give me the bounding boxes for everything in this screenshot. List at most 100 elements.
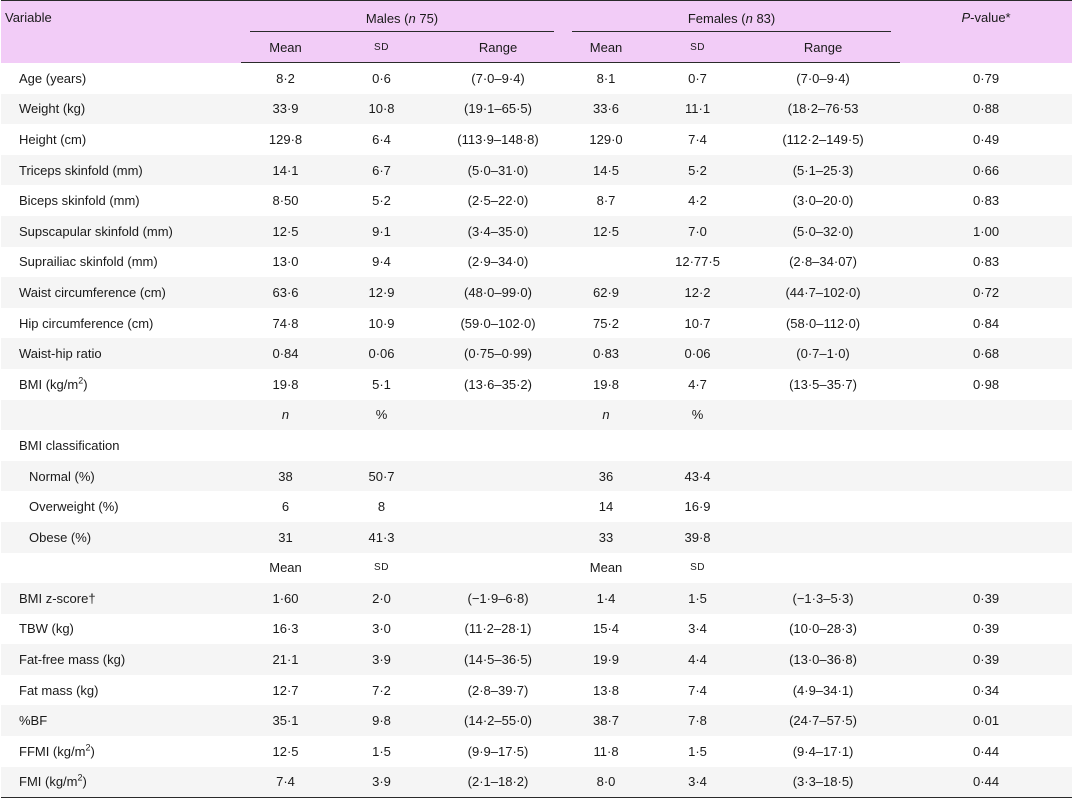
males-mean: 12·7 bbox=[272, 682, 299, 698]
females-sd: 4·2 bbox=[688, 193, 707, 209]
females-range: (10·0–28·3) bbox=[789, 621, 857, 637]
males-pct: 41·3 bbox=[330, 521, 433, 553]
p-value: 0·34 bbox=[973, 682, 1000, 698]
females-mean: 13·8 bbox=[593, 682, 620, 698]
males-mean: 8·2 bbox=[276, 70, 295, 86]
females-range: (5·1–25·3) bbox=[746, 154, 901, 186]
males-pct: 8 bbox=[377, 499, 386, 515]
males-mean: 8·50 bbox=[272, 193, 299, 209]
males-range: (7·0–9·4) bbox=[471, 70, 525, 86]
p-value: 0·98 bbox=[973, 376, 1000, 392]
row-label: Height (cm) bbox=[19, 131, 87, 147]
males-mean: 74·8 bbox=[272, 315, 299, 331]
males-sd: 5·2 bbox=[372, 193, 391, 209]
females-n: 33 bbox=[563, 521, 650, 553]
females-range: (5·0–32·0) bbox=[746, 215, 901, 247]
males-mean: 1·60 bbox=[241, 583, 330, 614]
males-mean: 12·5 bbox=[272, 743, 299, 759]
females-sd-subheader: SD bbox=[690, 562, 705, 574]
males-sd: 3·9 bbox=[330, 644, 433, 675]
females-sd: 10·7 bbox=[684, 315, 711, 331]
females-mean: 11·8 bbox=[593, 743, 619, 759]
males-range: (3·4–35·0) bbox=[433, 215, 564, 247]
females-mean: 15·4 bbox=[593, 621, 620, 637]
females-range: (13·5–35·7) bbox=[789, 376, 857, 392]
section-label: BMI classification bbox=[19, 437, 120, 453]
p-value: 0·49 bbox=[973, 131, 1000, 147]
females-range: (13·0–36·8) bbox=[746, 644, 901, 675]
females-mean: 8·0 bbox=[563, 766, 650, 799]
males-sd-header: SD bbox=[330, 33, 433, 63]
table-row: Suprailiac skinfold (mm) 13·0 9·4 (2·9–34·0… bbox=[1, 247, 1072, 278]
males-sd: 2·0 bbox=[330, 583, 433, 614]
males-sd: 10·9 bbox=[368, 315, 395, 331]
females-sd: 7·0 bbox=[649, 215, 747, 247]
males-mean: 129·8 bbox=[268, 131, 303, 147]
females-range-header: Range bbox=[746, 33, 901, 63]
females-range: (0·7–1·0) bbox=[746, 338, 901, 369]
females-mean: 19·9 bbox=[563, 644, 650, 675]
table-body: Age (years) 8·2 0·6 (7·0–9·4) 8·1 0·7 (7·0–9·4… bbox=[1, 63, 1073, 799]
females-range: (4·9–34·1) bbox=[792, 682, 854, 698]
females-mean: 8·1 bbox=[596, 70, 616, 86]
males-sd: 6·4 bbox=[372, 131, 391, 147]
mean-sd-subheader-row: Mean SD Mean SD bbox=[1, 553, 1072, 584]
males-mean: 33·9 bbox=[241, 93, 330, 125]
row-label: Supscapular skinfold (mm) bbox=[1, 215, 241, 247]
table-row: Age (years) 8·2 0·6 (7·0–9·4) 8·1 0·7 (7·0–9·4… bbox=[1, 63, 1072, 94]
males-range: (19·1–65·5) bbox=[433, 93, 564, 125]
females-sd: 4·4 bbox=[649, 644, 747, 675]
males-range: (2·5–22·0) bbox=[467, 193, 529, 209]
row-label: Normal (%) bbox=[1, 460, 241, 492]
females-mean: 33·6 bbox=[563, 93, 650, 125]
males-mean-header: Mean bbox=[241, 33, 330, 63]
males-range: (2·1–18·2) bbox=[433, 766, 564, 799]
females-sd: 5·2 bbox=[649, 154, 747, 186]
females-sd: 12·2 bbox=[649, 277, 747, 308]
females-mean: 8·7 bbox=[596, 193, 616, 209]
males-n: 38 bbox=[241, 460, 330, 492]
p-value: 0·01 bbox=[900, 705, 1073, 737]
females-sd: 1·5 bbox=[688, 743, 707, 759]
males-mean-subheader: Mean bbox=[269, 560, 302, 576]
row-label: Weight (kg) bbox=[1, 93, 241, 125]
table-row: Triceps skinfold (mm) 14·1 6·7 (5·0–31·0) 14… bbox=[1, 154, 1073, 186]
variable-column-header: Variable bbox=[1, 0, 241, 63]
table-row: Weight (kg) 33·9 10·8 (19·1–65·5) 33·6 11·1 (1… bbox=[1, 93, 1073, 125]
females-pct: 39·8 bbox=[649, 521, 747, 553]
p-value: 0·39 bbox=[900, 583, 1073, 614]
males-sd: 1·5 bbox=[372, 743, 391, 759]
males-sd: 9·4 bbox=[372, 254, 391, 270]
males-n: 6 bbox=[281, 499, 290, 515]
males-range: (59·0–102·0) bbox=[460, 315, 536, 331]
females-range: (24·7–57·5) bbox=[746, 705, 901, 737]
females-range: (9·4–17·1) bbox=[792, 743, 854, 759]
females-sd: 12·77·5 bbox=[675, 254, 720, 270]
row-label: Age (years) bbox=[19, 70, 87, 86]
p-value: 0·68 bbox=[900, 338, 1073, 369]
females-mean-subheader: Mean bbox=[589, 560, 623, 576]
table-row: Overweight (%) 6 8 14 16·9 bbox=[1, 491, 1072, 522]
table-row: Obese (%) 31 41·3 33 39·8 bbox=[1, 521, 1073, 553]
females-pct: 16·9 bbox=[684, 499, 711, 515]
males-range: (9·9–17·5) bbox=[467, 743, 529, 759]
table-row: BMI (kg/m2) 19·8 5·1 (13·6–35·2) 19·8 4·7 (13·… bbox=[1, 369, 1072, 400]
males-sd: 10·8 bbox=[330, 93, 433, 125]
females-range: (18·2–76·53 bbox=[746, 93, 901, 125]
males-sd: 7·2 bbox=[372, 682, 391, 698]
females-mean: 38·7 bbox=[563, 705, 650, 737]
males-range: (14·2–55·0) bbox=[433, 705, 564, 737]
table-row: Fat-free mass (kg) 21·1 3·9 (14·5–36·5) 19·9… bbox=[1, 644, 1073, 675]
row-label: Obese (%) bbox=[1, 521, 241, 553]
females-sd: 3·4 bbox=[688, 621, 707, 637]
pvalue-column-header: P-value* bbox=[900, 0, 1073, 63]
males-mean: 13·0 bbox=[272, 254, 299, 270]
table-row: Hip circumference (cm) 74·8 10·9 (59·0–102·… bbox=[1, 308, 1072, 339]
row-label: BMI z-score† bbox=[1, 583, 241, 614]
p-value: 0·44 bbox=[973, 743, 1000, 759]
males-mean: 21·1 bbox=[241, 644, 330, 675]
table-header: Variable Males (n 75) Females (n 83) P-v… bbox=[1, 0, 1073, 63]
males-mean: 0·84 bbox=[241, 338, 330, 369]
females-sd-header: SD bbox=[649, 33, 747, 63]
p-value: 0·83 bbox=[973, 193, 1000, 209]
